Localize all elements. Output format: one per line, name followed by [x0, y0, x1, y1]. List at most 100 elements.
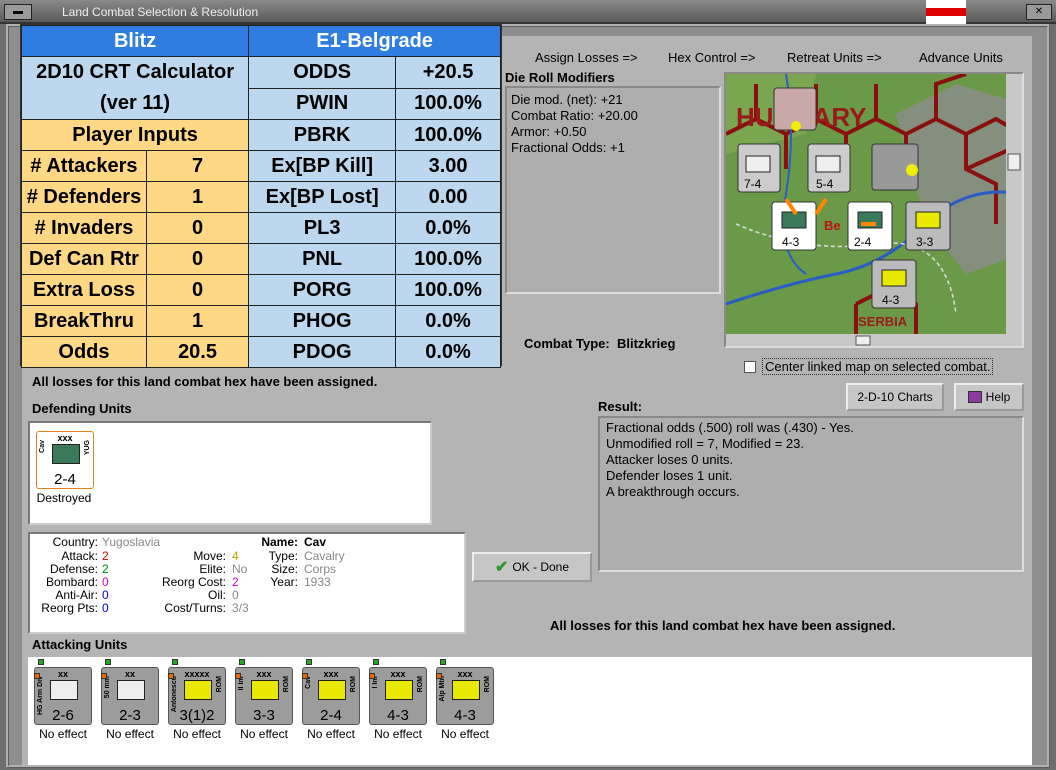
status-dot-icon	[168, 673, 174, 679]
inputs-header: Player Inputs	[20, 119, 250, 151]
input-value[interactable]: 0	[145, 212, 250, 244]
unit-name: Cav	[39, 440, 46, 453]
unit-symbol-icon	[385, 680, 413, 700]
svg-text:7-4: 7-4	[744, 177, 762, 191]
attacking-unit[interactable]: xxxxx Antonescu ROM 3(1)2	[168, 667, 226, 725]
losses-message: All losses for this land combat hex have…	[32, 374, 378, 389]
svg-text:2-4: 2-4	[854, 235, 872, 249]
output-value: 100.0%	[395, 87, 501, 120]
attacking-unit[interactable]: xxx II Inf ROM 3-3	[235, 667, 293, 725]
output-value: 0.0%	[395, 336, 501, 368]
unit-strength: 2-4	[320, 707, 342, 724]
output-label: PORG	[248, 274, 397, 306]
status-dot-icon	[306, 659, 312, 665]
charts-button[interactable]: 2-D-10 Charts	[846, 383, 944, 411]
output-label: PHOG	[248, 305, 397, 337]
output-label: PL3	[248, 212, 397, 244]
unit-name: 50 mm	[104, 676, 111, 699]
ok-button-label: OK - Done	[512, 560, 570, 574]
attacking-unit[interactable]: xx HG Arm Div 2-6	[34, 667, 92, 725]
tab-retreat-units[interactable]: Retreat Units =>	[787, 50, 882, 65]
defending-unit[interactable]: xxx Cav YUG 2-4	[36, 431, 94, 489]
map-unit-7-4[interactable]: 7-4	[737, 143, 781, 193]
cavalry-symbol-icon	[52, 444, 80, 464]
input-label: # Defenders	[21, 181, 147, 213]
status-dot-icon	[369, 673, 375, 679]
unit-nation: ROM	[484, 676, 491, 693]
output-label: PBRK	[248, 119, 397, 151]
attacking-unit[interactable]: xxx Alp Mtn ROM 4-3	[436, 667, 494, 725]
map-unit-hun[interactable]	[773, 87, 817, 131]
help-button[interactable]: Help	[954, 383, 1024, 411]
center-linked-checkbox[interactable]: Center linked map on selected combat.	[744, 358, 994, 375]
output-value: 0.0%	[395, 305, 501, 337]
status-dot-icon	[38, 659, 44, 665]
map-label-belgrade: Be	[824, 218, 841, 233]
checkbox-box[interactable]	[744, 360, 756, 373]
checkmark-icon: ✔	[494, 559, 509, 576]
crt-calc-name: 2D10 CRT Calculator (ver 11)	[20, 56, 250, 120]
year-value: 1933	[304, 575, 331, 589]
mini-map[interactable]: HUNGARY SERBIA Be 7-4 5-4 4-3 2-4 3-3 4-…	[724, 72, 1024, 348]
map-unit-4-3b[interactable]: 4-3	[871, 259, 917, 309]
book-icon	[967, 391, 982, 403]
map-unit-3-3[interactable]: 3-3	[905, 201, 951, 251]
result-line: Defender loses 1 unit.	[606, 468, 733, 483]
input-value[interactable]: 20.5	[145, 336, 250, 368]
cost-turns-value: 3/3	[232, 601, 249, 615]
ok-done-button[interactable]: ✔ OK - Done	[472, 552, 592, 582]
unit-symbol-icon	[251, 680, 279, 700]
status-dot-icon	[101, 673, 107, 679]
input-label: Odds	[21, 336, 147, 368]
output-label: Ex[BP Lost]	[248, 181, 397, 213]
tab-assign-losses[interactable]: Assign Losses =>	[535, 50, 638, 65]
attacking-unit[interactable]: xxx Cav ROM 2-4	[302, 667, 360, 725]
input-value[interactable]: 0	[145, 243, 250, 275]
crt-calculator: Blitz E1-Belgrade 2D10 CRT Calculator (v…	[20, 24, 502, 368]
close-button[interactable]: ✕	[1026, 4, 1052, 20]
result-line: A breakthrough occurs.	[606, 484, 740, 499]
result-box: Fractional odds (.500) roll was (.430) -…	[598, 416, 1024, 572]
attacking-unit[interactable]: xx 50 mm 2-3	[101, 667, 159, 725]
input-label: # Attackers	[21, 150, 147, 182]
output-label: Ex[BP Kill]	[248, 150, 397, 182]
unit-status: Destroyed	[36, 491, 92, 505]
system-menu-button[interactable]: ▬	[4, 4, 32, 20]
input-value[interactable]: 7	[145, 150, 250, 182]
attacking-unit[interactable]: xxx I Inf ROM 4-3	[369, 667, 427, 725]
input-label: Extra Loss	[21, 274, 147, 306]
output-value: 100.0%	[395, 243, 501, 275]
unit-symbol-icon	[452, 680, 480, 700]
input-value[interactable]: 1	[145, 305, 250, 337]
input-value[interactable]: 1	[145, 181, 250, 213]
country-value: Yugoslavia	[102, 535, 161, 549]
unit-strength: 2-3	[119, 707, 141, 724]
crt-calc-title: 2D10 CRT Calculator	[36, 61, 234, 83]
map-unit-rom-air[interactable]	[871, 143, 919, 191]
unit-symbol-icon	[50, 680, 78, 700]
die-line: Combat Ratio: +20.00	[511, 108, 638, 123]
window-title: Land Combat Selection & Resolution	[62, 5, 259, 19]
charts-button-label: 2-D-10 Charts	[857, 390, 933, 404]
input-label: Def Can Rtr	[21, 243, 147, 275]
unit-info-box: Country: Yugoslavia Attack: 2 Defense: 2…	[28, 532, 466, 634]
output-label: PNL	[248, 243, 397, 275]
status-dot-icon	[34, 673, 40, 679]
unit-strength: 4-3	[454, 707, 476, 724]
unit-strength: 2-4	[54, 471, 76, 488]
die-line: Die mod. (net): +21	[511, 92, 623, 107]
tab-hex-control[interactable]: Hex Control =>	[668, 50, 755, 65]
input-value[interactable]: 0	[145, 274, 250, 306]
flag-icon	[926, 0, 966, 24]
map-unit-5-4[interactable]: 5-4	[807, 143, 851, 193]
input-label: BreakThru	[21, 305, 147, 337]
input-label: # Invaders	[21, 212, 147, 244]
status-dot-icon	[373, 659, 379, 665]
result-line: Fractional odds (.500) roll was (.430) -…	[606, 420, 854, 435]
name-label: Name:	[261, 535, 298, 549]
die-roll-box: Die mod. (net): +21 Combat Ratio: +20.00…	[505, 86, 721, 294]
tab-advance-units[interactable]: Advance Units	[919, 50, 1003, 65]
help-button-label: Help	[985, 390, 1011, 404]
status-dot-icon	[105, 659, 111, 665]
output-value: 0.0%	[395, 212, 501, 244]
